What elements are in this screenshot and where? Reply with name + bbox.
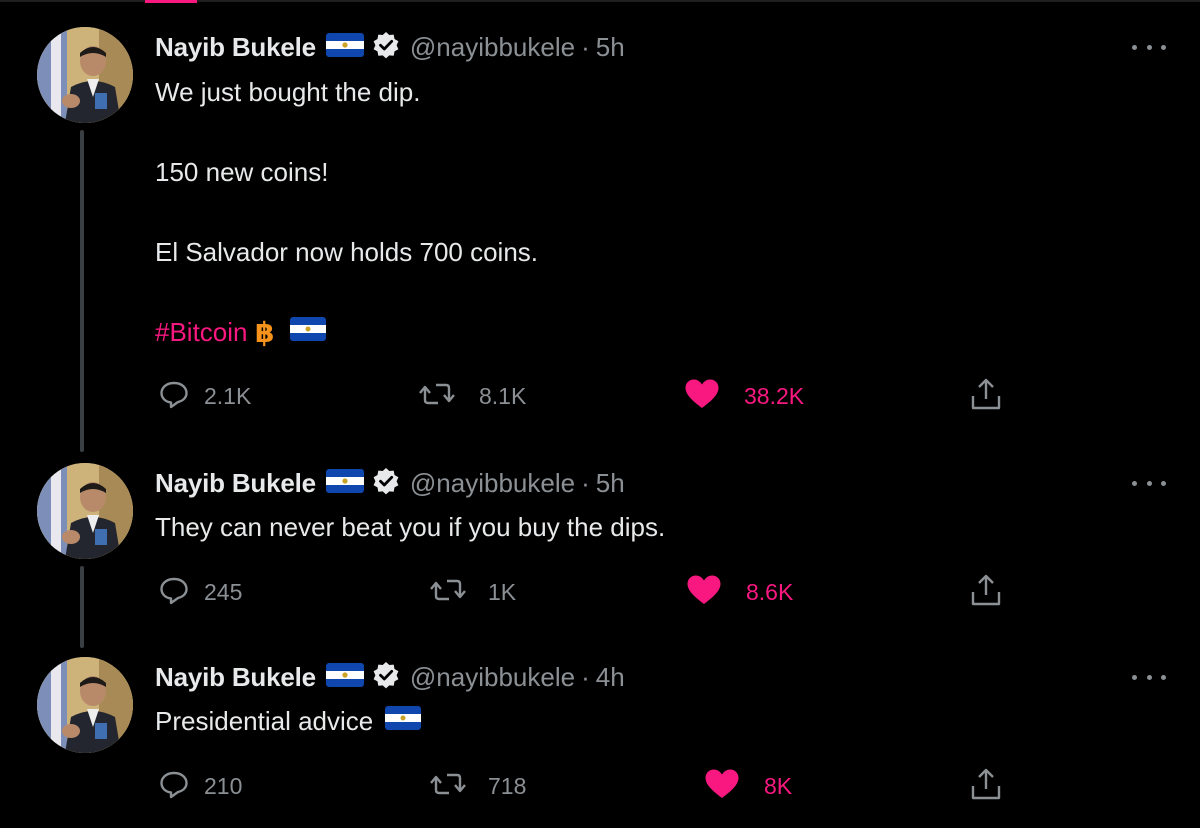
flag-el-salvador-icon bbox=[385, 701, 422, 741]
author-handle[interactable]: @nayibbukele bbox=[410, 662, 575, 693]
like-button[interactable]: 8K bbox=[704, 766, 792, 806]
verified-badge-icon bbox=[372, 467, 400, 500]
tweet-text-line: Presidential advice bbox=[155, 701, 422, 741]
bitcoin-icon: ฿ bbox=[254, 316, 280, 348]
author-name[interactable]: Nayib Bukele bbox=[155, 662, 316, 693]
share-button[interactable] bbox=[970, 572, 1002, 612]
active-tab-indicator bbox=[145, 0, 197, 3]
more-options-icon[interactable] bbox=[1132, 471, 1166, 495]
author-name[interactable]: Nayib Bukele bbox=[155, 468, 316, 499]
retweet-count: 8.1K bbox=[479, 382, 527, 409]
retweet-icon bbox=[428, 574, 468, 611]
tweet-header: Nayib Bukele @nayibbukele · 5h bbox=[155, 463, 625, 503]
separator-dot: · bbox=[581, 661, 590, 692]
retweet-count: 718 bbox=[488, 772, 527, 799]
retweet-button[interactable]: 8.1K bbox=[417, 376, 526, 416]
author-name[interactable]: Nayib Bukele bbox=[155, 32, 316, 63]
reply-count: 210 bbox=[204, 772, 243, 799]
tweet[interactable]: Nayib Bukele @nayibbukele · 4h President… bbox=[0, 657, 1200, 827]
tweet-text-line: We just bought the dip. bbox=[155, 77, 421, 107]
reply-button[interactable]: 2.1K bbox=[158, 376, 251, 416]
share-icon bbox=[970, 377, 1002, 416]
reply-icon bbox=[158, 574, 190, 611]
tweet-timestamp[interactable]: 5h bbox=[596, 468, 625, 499]
like-heart-icon bbox=[686, 574, 722, 611]
flag-el-salvador-icon bbox=[325, 32, 364, 62]
tweet-text-line: El Salvador now holds 700 coins. bbox=[155, 237, 539, 267]
tweet-actions: 2.1K 8.1K 38.2K bbox=[0, 376, 1200, 416]
like-button[interactable]: 8.6K bbox=[686, 572, 793, 612]
svg-text:฿: ฿ bbox=[255, 316, 274, 348]
tweet-text: Presidential advice bbox=[155, 706, 374, 736]
verified-badge-icon bbox=[372, 661, 400, 694]
like-count: 38.2K bbox=[744, 382, 805, 409]
retweet-button[interactable]: 718 bbox=[428, 766, 526, 806]
like-heart-icon bbox=[684, 378, 720, 415]
tweet-header: Nayib Bukele @nayibbukele · 5h bbox=[155, 27, 625, 67]
avatar[interactable] bbox=[37, 463, 133, 559]
avatar[interactable] bbox=[37, 657, 133, 753]
like-count: 8K bbox=[764, 772, 793, 799]
tweet[interactable]: Nayib Bukele @nayibbukele · 5h We just b… bbox=[0, 27, 1200, 427]
like-heart-icon bbox=[704, 768, 740, 805]
tweet-text-line: They can never beat you if you buy the d… bbox=[155, 512, 666, 542]
author-handle[interactable]: @nayibbukele bbox=[410, 32, 575, 63]
share-button[interactable] bbox=[970, 766, 1002, 806]
reply-icon bbox=[158, 768, 190, 805]
reply-count: 2.1K bbox=[204, 382, 252, 409]
tweet-hashtag-line: #Bitcoin ฿ bbox=[155, 312, 326, 352]
like-button[interactable]: 38.2K bbox=[684, 376, 804, 416]
author-handle[interactable]: @nayibbukele bbox=[410, 468, 575, 499]
share-icon bbox=[970, 767, 1002, 806]
share-button[interactable] bbox=[970, 376, 1002, 416]
separator-dot: · bbox=[581, 467, 590, 498]
tweet-actions: 210 718 8K bbox=[0, 766, 1200, 806]
more-options-icon[interactable] bbox=[1132, 35, 1166, 59]
tweet-actions: 245 1K 8.6K bbox=[0, 572, 1200, 612]
reply-icon bbox=[158, 378, 190, 415]
hashtag-link[interactable]: #Bitcoin bbox=[155, 312, 248, 352]
separator-dot: · bbox=[581, 31, 590, 62]
avatar[interactable] bbox=[37, 27, 133, 123]
share-icon bbox=[970, 573, 1002, 612]
reply-button[interactable]: 245 bbox=[158, 572, 242, 612]
retweet-button[interactable]: 1K bbox=[428, 572, 516, 612]
reply-button[interactable]: 210 bbox=[158, 766, 242, 806]
tweet-timestamp[interactable]: 4h bbox=[596, 662, 625, 693]
retweet-icon bbox=[417, 378, 457, 415]
flag-el-salvador-icon bbox=[325, 468, 364, 498]
tweet-header: Nayib Bukele @nayibbukele · 4h bbox=[155, 657, 625, 697]
more-options-icon[interactable] bbox=[1132, 665, 1166, 689]
like-count: 8.6K bbox=[746, 578, 794, 605]
retweet-icon bbox=[428, 768, 468, 805]
flag-el-salvador-icon bbox=[289, 312, 326, 352]
flag-el-salvador-icon bbox=[325, 662, 364, 692]
verified-badge-icon bbox=[372, 31, 400, 64]
tweet[interactable]: Nayib Bukele @nayibbukele · 5h They can … bbox=[0, 463, 1200, 633]
tweet-timestamp[interactable]: 5h bbox=[596, 32, 625, 63]
reply-count: 245 bbox=[204, 578, 243, 605]
retweet-count: 1K bbox=[488, 578, 517, 605]
tweet-text-line: 150 new coins! bbox=[155, 157, 329, 187]
